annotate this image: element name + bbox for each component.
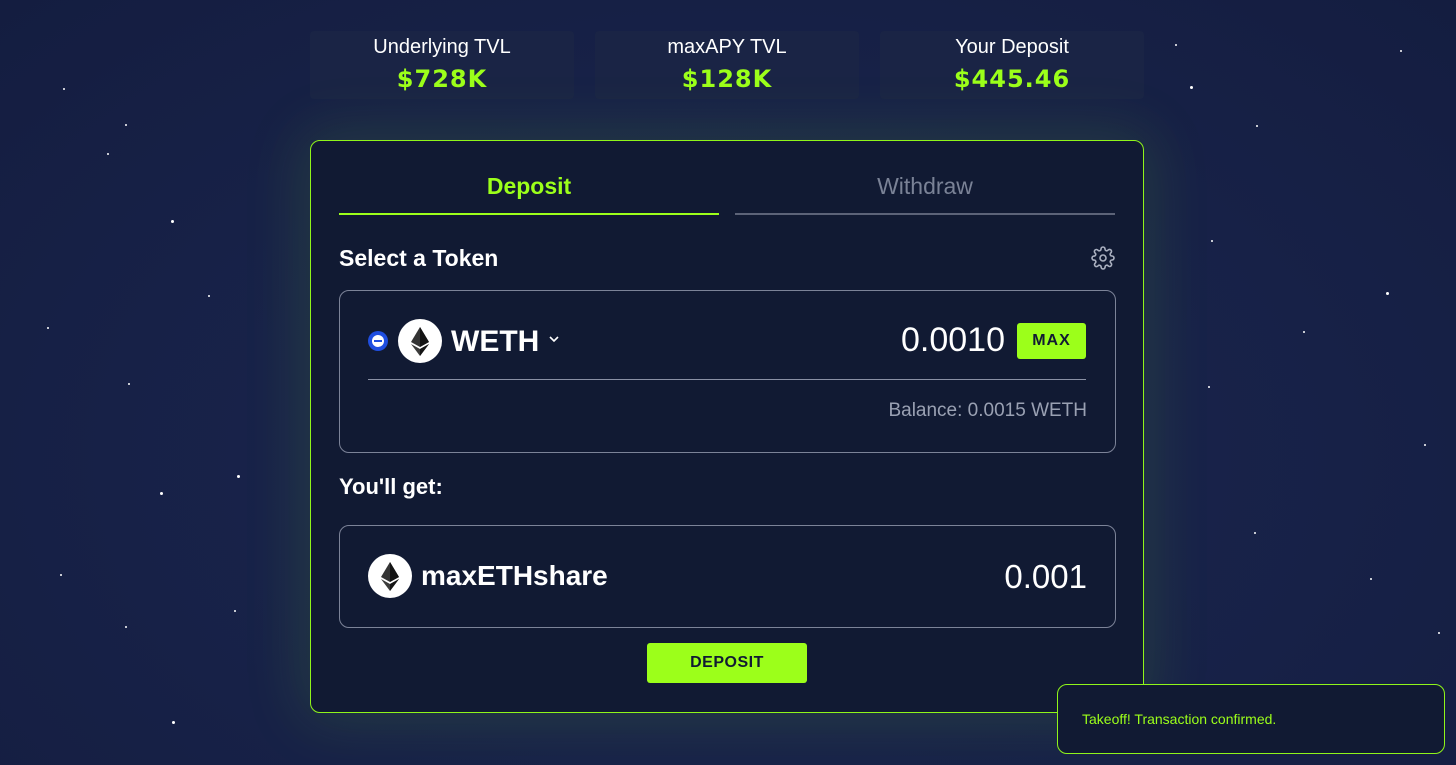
output-token-name: maxETHshare [421, 560, 608, 591]
stat-your-deposit: Your Deposit $445.46 [880, 31, 1144, 99]
star [1424, 444, 1426, 446]
ethereum-icon [368, 554, 412, 598]
chevron-down-icon[interactable] [546, 331, 562, 347]
star [234, 610, 236, 612]
balance-text: Balance: 0.0015 WETH [888, 400, 1087, 421]
amount-input[interactable]: 0.0010 [860, 321, 1005, 360]
star [60, 574, 62, 576]
star [1254, 532, 1256, 534]
output-amount: 0.001 [1004, 558, 1087, 595]
ethereum-icon [398, 319, 442, 363]
max-button[interactable]: MAX [1017, 323, 1086, 359]
star [1386, 292, 1389, 295]
tab-withdraw[interactable]: Withdraw [735, 173, 1115, 215]
deposit-card: Deposit Withdraw Select a Token WETH 0.0… [310, 140, 1144, 713]
token-selector[interactable]: WETH [451, 325, 539, 359]
star [125, 626, 127, 628]
star [172, 721, 175, 724]
star [47, 327, 49, 329]
star [125, 124, 127, 126]
star [1190, 86, 1193, 89]
star [128, 383, 130, 385]
stat-label: Your Deposit [955, 36, 1069, 58]
output-box: maxETHshare 0.001 [339, 525, 1116, 628]
star [63, 88, 65, 90]
star [1438, 632, 1440, 634]
you-get-title: You'll get: [339, 474, 443, 499]
stat-underlying-tvl: Underlying TVL $728K [310, 31, 574, 99]
tab-deposit[interactable]: Deposit [339, 173, 719, 215]
toast-message: Takeoff! Transaction confirmed. [1082, 711, 1277, 727]
star [1370, 578, 1372, 580]
stat-value: $728K [396, 65, 488, 93]
stat-maxapy-tvl: maxAPY TVL $128K [595, 31, 859, 99]
star [1303, 331, 1305, 333]
stat-value: $128K [681, 65, 773, 93]
star [1211, 240, 1213, 242]
gear-icon[interactable] [1091, 246, 1115, 270]
stat-label: Underlying TVL [373, 36, 511, 58]
stats-bar: Underlying TVL $728K maxAPY TVL $128K Yo… [310, 31, 1144, 99]
star [1400, 50, 1402, 52]
stat-label: maxAPY TVL [667, 36, 787, 58]
star [107, 153, 109, 155]
star [1256, 125, 1258, 127]
star [171, 220, 174, 223]
divider [368, 379, 1086, 380]
star [160, 492, 163, 495]
toast-notification[interactable]: Takeoff! Transaction confirmed. [1057, 684, 1445, 754]
token-input-box: WETH 0.0010 MAX Balance: 0.0015 WETH [339, 290, 1116, 453]
star [1208, 386, 1210, 388]
radio-icon[interactable] [368, 331, 388, 351]
deposit-button[interactable]: DEPOSIT [647, 643, 807, 683]
select-token-title: Select a Token [339, 245, 499, 271]
star [1175, 44, 1177, 46]
star [208, 295, 210, 297]
star [237, 475, 240, 478]
stat-value: $445.46 [953, 65, 1071, 93]
